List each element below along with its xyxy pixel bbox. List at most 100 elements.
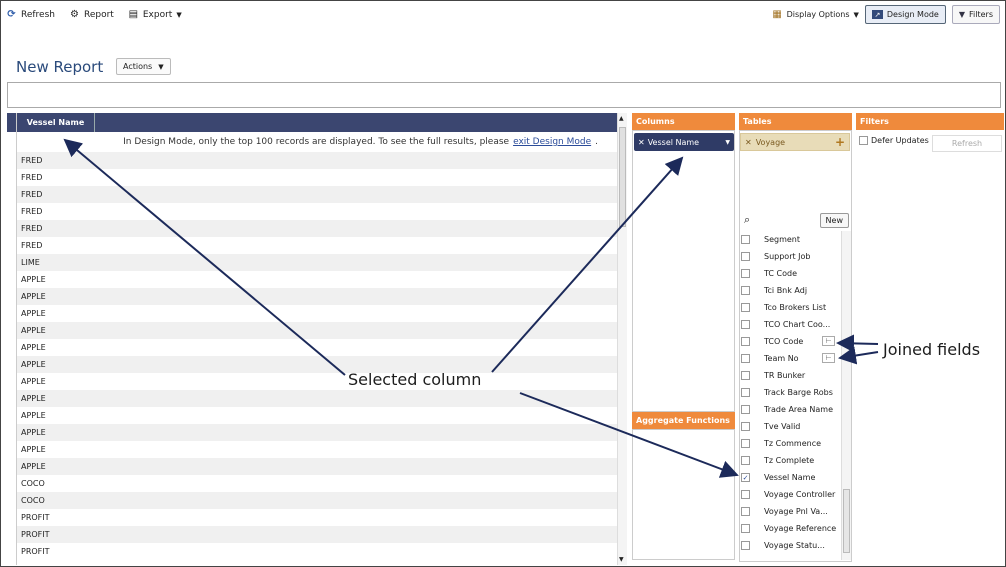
table-row[interactable]: APPLE — [17, 271, 618, 288]
field-item[interactable]: Voyage Statu... — [741, 537, 841, 554]
add-icon[interactable]: + — [835, 135, 845, 149]
table-row[interactable]: FRED — [17, 152, 618, 169]
field-label: Tco Brokers List — [764, 303, 827, 312]
export-icon: ▤ — [128, 9, 139, 20]
remove-icon[interactable]: ✕ — [745, 138, 752, 147]
field-item[interactable]: TCO Chart Coo... — [741, 316, 841, 333]
field-item[interactable]: Voyage Controller — [741, 486, 841, 503]
exit-design-mode-link[interactable]: exit Design Mode — [513, 137, 591, 147]
checkbox[interactable] — [741, 541, 750, 550]
join-icon[interactable]: ⊢ — [822, 336, 835, 346]
aggregate-functions-header: Aggregate Functions — [632, 412, 735, 429]
table-row[interactable]: APPLE — [17, 424, 618, 441]
field-item[interactable]: Tci Bnk Adj — [741, 282, 841, 299]
table-row[interactable]: APPLE — [17, 441, 618, 458]
checkbox[interactable] — [741, 286, 750, 295]
toolbar: ⟳ Refresh ⚙ Report ▤ Export ▼ — [6, 9, 182, 20]
scrollbar-thumb[interactable] — [619, 127, 626, 227]
new-button[interactable]: New — [819, 212, 849, 228]
selected-table-chip[interactable]: ✕ Voyage + — [740, 133, 850, 151]
field-item[interactable]: TCO Code ⊢ — [741, 333, 841, 350]
annotation-selected-column: Selected column — [348, 370, 482, 389]
selected-column-chip[interactable]: ✕ Vessel Name ▼ — [634, 133, 734, 151]
field-item[interactable]: Track Barge Robs — [741, 384, 841, 401]
field-item[interactable]: Support Job — [741, 248, 841, 265]
report-name-input[interactable] — [7, 82, 1001, 108]
field-item[interactable]: ✓ Vessel Name — [741, 469, 841, 486]
table-row[interactable]: APPLE — [17, 356, 618, 373]
table-row[interactable]: COCO — [17, 475, 618, 492]
table-row[interactable]: FRED — [17, 169, 618, 186]
grid-row-header — [7, 113, 16, 132]
scrollbar-thumb[interactable] — [843, 489, 850, 553]
table-row[interactable]: APPLE — [17, 373, 618, 390]
chevron-down-icon[interactable]: ▼ — [725, 139, 730, 146]
design-mode-button[interactable]: ↗ Design Mode — [864, 5, 946, 24]
checkbox[interactable] — [741, 456, 750, 465]
checkbox[interactable] — [741, 320, 750, 329]
checkbox[interactable] — [741, 422, 750, 431]
display-options-button[interactable]: ▦ Display Options ▼ — [772, 9, 859, 20]
table-row[interactable]: FRED — [17, 220, 618, 237]
checkbox-checked[interactable]: ✓ — [741, 473, 750, 482]
field-item[interactable]: TC Code — [741, 265, 841, 282]
search-icon: ⌕ — [744, 213, 751, 226]
table-row[interactable]: FRED — [17, 237, 618, 254]
checkbox[interactable] — [741, 354, 750, 363]
table-row[interactable]: APPLE — [17, 390, 618, 407]
table-row[interactable]: PROFIT — [17, 543, 618, 560]
table-row[interactable]: COCO — [17, 492, 618, 509]
checkbox[interactable] — [741, 507, 750, 516]
table-row[interactable]: FRED — [17, 203, 618, 220]
scroll-up-icon[interactable]: ▲ — [619, 115, 624, 122]
filters-button[interactable]: ▼ Filters — [951, 5, 1000, 24]
field-item[interactable]: Voyage Pnl Va... — [741, 503, 841, 520]
field-item[interactable]: Tco Brokers List — [741, 299, 841, 316]
field-label: TCO Code — [764, 337, 804, 346]
table-row[interactable]: APPLE — [17, 407, 618, 424]
field-item[interactable]: Team No ⊢ — [741, 350, 841, 367]
field-item[interactable]: Voyage Reference — [741, 520, 841, 537]
table-row[interactable]: FRED — [17, 186, 618, 203]
field-search[interactable]: ⌕ New — [741, 210, 849, 230]
checkbox[interactable] — [741, 269, 750, 278]
checkbox[interactable] — [741, 371, 750, 380]
remove-icon[interactable]: ✕ — [638, 138, 645, 147]
report-button[interactable]: ⚙ Report — [69, 9, 114, 20]
checkbox[interactable] — [741, 439, 750, 448]
field-item[interactable]: Tve Valid — [741, 418, 841, 435]
table-row[interactable]: APPLE — [17, 322, 618, 339]
join-icon[interactable]: ⊢ — [822, 353, 835, 363]
checkbox[interactable] — [741, 303, 750, 312]
checkbox[interactable] — [741, 235, 750, 244]
checkbox[interactable] — [859, 136, 868, 145]
field-list-scrollbar[interactable] — [841, 231, 851, 560]
export-button[interactable]: ▤ Export ▼ — [128, 9, 182, 20]
checkbox[interactable] — [741, 405, 750, 414]
table-row[interactable]: APPLE — [17, 458, 618, 475]
field-item[interactable]: Segment — [741, 231, 841, 248]
field-item[interactable]: Tz Commence — [741, 435, 841, 452]
actions-dropdown[interactable]: Actions ▼ — [116, 58, 171, 75]
filters-refresh-button[interactable]: Refresh — [932, 135, 1002, 152]
refresh-button[interactable]: ⟳ Refresh — [6, 9, 55, 20]
field-item[interactable]: Tz Complete — [741, 452, 841, 469]
column-header-vessel-name[interactable]: Vessel Name — [17, 113, 95, 132]
checkbox[interactable] — [741, 524, 750, 533]
field-item[interactable]: TR Bunker — [741, 367, 841, 384]
checkbox[interactable] — [741, 388, 750, 397]
table-row[interactable]: LIME — [17, 254, 618, 271]
table-row[interactable]: PROFIT — [17, 526, 618, 543]
defer-updates-checkbox[interactable]: Defer Updates — [859, 136, 929, 145]
toolbar-right: ▦ Display Options ▼ ↗ Design Mode ▼ Filt… — [772, 5, 1000, 24]
checkbox[interactable] — [741, 490, 750, 499]
scroll-down-icon[interactable]: ▼ — [619, 556, 624, 563]
field-item[interactable]: Trade Area Name — [741, 401, 841, 418]
checkbox[interactable] — [741, 337, 750, 346]
grid-scrollbar[interactable]: ▲ ▼ — [617, 113, 627, 565]
table-row[interactable]: PROFIT — [17, 509, 618, 526]
table-row[interactable]: APPLE — [17, 305, 618, 322]
checkbox[interactable] — [741, 252, 750, 261]
table-row[interactable]: APPLE — [17, 339, 618, 356]
table-row[interactable]: APPLE — [17, 288, 618, 305]
